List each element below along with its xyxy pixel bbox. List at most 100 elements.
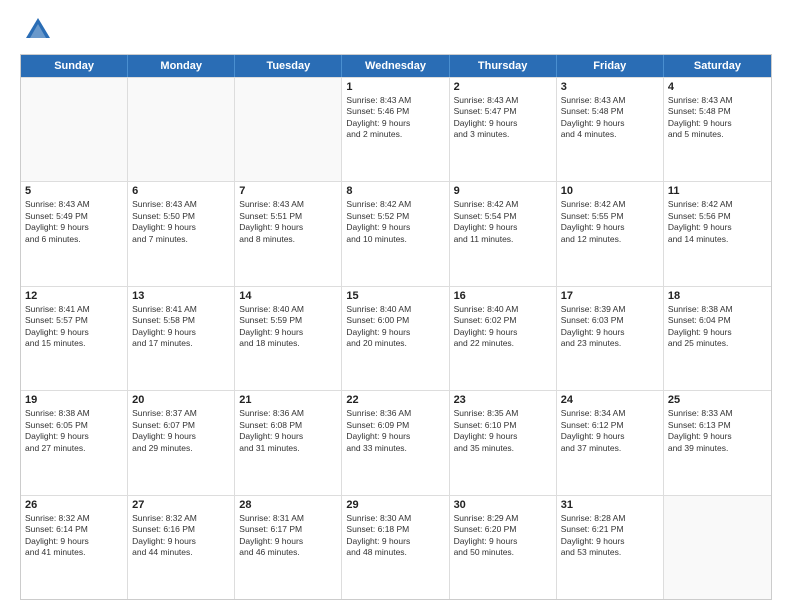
- cal-header-cell: Thursday: [450, 55, 557, 77]
- cell-info: Sunrise: 8:43 AM Sunset: 5:46 PM Dayligh…: [346, 95, 444, 141]
- cell-info: Sunrise: 8:41 AM Sunset: 5:57 PM Dayligh…: [25, 304, 123, 350]
- cell-info: Sunrise: 8:40 AM Sunset: 5:59 PM Dayligh…: [239, 304, 337, 350]
- day-number: 14: [239, 290, 337, 302]
- day-number: 11: [668, 185, 767, 197]
- cal-cell: 13Sunrise: 8:41 AM Sunset: 5:58 PM Dayli…: [128, 287, 235, 390]
- cal-cell: 28 Sunrise: 8:31 AM Sunset: 6:17 PM Dayli…: [235, 496, 342, 599]
- cal-cell: 5Sunrise: 8:43 AM Sunset: 5:49 PM Daylig…: [21, 182, 128, 285]
- day-number: 17: [561, 290, 659, 302]
- cal-cell: 20Sunrise: 8:37 AM Sunset: 6:07 PM Dayli…: [128, 391, 235, 494]
- cal-header: SundayMondayTuesdayWednesdayThursdayFrid…: [21, 55, 771, 77]
- page: SundayMondayTuesdayWednesdayThursdayFrid…: [0, 0, 792, 612]
- day-number: 15: [346, 290, 444, 302]
- cal-cell: 30 Sunrise: 8:29 AM Sunset: 6:20 PM Dayli…: [450, 496, 557, 599]
- cal-cell: [235, 78, 342, 181]
- cal-cell: [21, 78, 128, 181]
- day-number: 18: [668, 290, 767, 302]
- cal-cell: 12Sunrise: 8:41 AM Sunset: 5:57 PM Dayli…: [21, 287, 128, 390]
- cal-cell: 22 Sunrise: 8:36 AM Sunset: 6:09 PM Dayli…: [342, 391, 449, 494]
- cal-row: 5Sunrise: 8:43 AM Sunset: 5:49 PM Daylig…: [21, 181, 771, 285]
- cal-row: 19Sunrise: 8:38 AM Sunset: 6:05 PM Dayli…: [21, 390, 771, 494]
- day-number: 28: [239, 499, 337, 511]
- cal-cell: 29 Sunrise: 8:30 AM Sunset: 6:18 PM Dayli…: [342, 496, 449, 599]
- cal-cell: [128, 78, 235, 181]
- header: [20, 16, 772, 44]
- day-number: 25: [668, 394, 767, 406]
- cell-info: Sunrise: 8:35 AM Sunset: 6:10 PM Dayligh…: [454, 408, 552, 454]
- cell-info: Sunrise: 8:37 AM Sunset: 6:07 PM Dayligh…: [132, 408, 230, 454]
- cal-cell: 16 Sunrise: 8:40 AM Sunset: 6:02 PM Dayli…: [450, 287, 557, 390]
- cal-cell: 2 Sunrise: 8:43 AM Sunset: 5:47 PM Daylig…: [450, 78, 557, 181]
- cal-cell: 6 Sunrise: 8:43 AM Sunset: 5:50 PM Daylig…: [128, 182, 235, 285]
- logo-icon: [24, 16, 52, 44]
- cal-cell: 19Sunrise: 8:38 AM Sunset: 6:05 PM Dayli…: [21, 391, 128, 494]
- cal-row: 1 Sunrise: 8:43 AM Sunset: 5:46 PM Daylig…: [21, 77, 771, 181]
- day-number: 10: [561, 185, 659, 197]
- cal-cell: 9Sunrise: 8:42 AM Sunset: 5:54 PM Daylig…: [450, 182, 557, 285]
- cell-info: Sunrise: 8:36 AM Sunset: 6:09 PM Dayligh…: [346, 408, 444, 454]
- cell-info: Sunrise: 8:38 AM Sunset: 6:05 PM Dayligh…: [25, 408, 123, 454]
- cell-info: Sunrise: 8:43 AM Sunset: 5:48 PM Dayligh…: [668, 95, 767, 141]
- cell-info: Sunrise: 8:42 AM Sunset: 5:55 PM Dayligh…: [561, 199, 659, 245]
- cal-cell: 27Sunrise: 8:32 AM Sunset: 6:16 PM Dayli…: [128, 496, 235, 599]
- cell-info: Sunrise: 8:32 AM Sunset: 6:14 PM Dayligh…: [25, 513, 123, 559]
- cell-info: Sunrise: 8:40 AM Sunset: 6:02 PM Dayligh…: [454, 304, 552, 350]
- cal-cell: 14 Sunrise: 8:40 AM Sunset: 5:59 PM Dayli…: [235, 287, 342, 390]
- cal-header-cell: Friday: [557, 55, 664, 77]
- day-number: 7: [239, 185, 337, 197]
- cal-cell: 24 Sunrise: 8:34 AM Sunset: 6:12 PM Dayli…: [557, 391, 664, 494]
- day-number: 27: [132, 499, 230, 511]
- cell-info: Sunrise: 8:43 AM Sunset: 5:47 PM Dayligh…: [454, 95, 552, 141]
- cal-cell: 26 Sunrise: 8:32 AM Sunset: 6:14 PM Dayli…: [21, 496, 128, 599]
- cell-info: Sunrise: 8:43 AM Sunset: 5:50 PM Dayligh…: [132, 199, 230, 245]
- cell-info: Sunrise: 8:30 AM Sunset: 6:18 PM Dayligh…: [346, 513, 444, 559]
- day-number: 22: [346, 394, 444, 406]
- cal-header-cell: Monday: [128, 55, 235, 77]
- cal-cell: 23 Sunrise: 8:35 AM Sunset: 6:10 PM Dayli…: [450, 391, 557, 494]
- cell-info: Sunrise: 8:31 AM Sunset: 6:17 PM Dayligh…: [239, 513, 337, 559]
- cal-cell: 4 Sunrise: 8:43 AM Sunset: 5:48 PM Daylig…: [664, 78, 771, 181]
- cal-cell: [664, 496, 771, 599]
- cal-cell: 7 Sunrise: 8:43 AM Sunset: 5:51 PM Daylig…: [235, 182, 342, 285]
- cal-cell: 31 Sunrise: 8:28 AM Sunset: 6:21 PM Dayli…: [557, 496, 664, 599]
- cal-header-cell: Tuesday: [235, 55, 342, 77]
- logo: [20, 16, 52, 44]
- day-number: 5: [25, 185, 123, 197]
- cell-info: Sunrise: 8:36 AM Sunset: 6:08 PM Dayligh…: [239, 408, 337, 454]
- cell-info: Sunrise: 8:40 AM Sunset: 6:00 PM Dayligh…: [346, 304, 444, 350]
- day-number: 31: [561, 499, 659, 511]
- cell-info: Sunrise: 8:34 AM Sunset: 6:12 PM Dayligh…: [561, 408, 659, 454]
- cal-cell: 18 Sunrise: 8:38 AM Sunset: 6:04 PM Dayli…: [664, 287, 771, 390]
- day-number: 29: [346, 499, 444, 511]
- day-number: 2: [454, 81, 552, 93]
- cal-header-cell: Saturday: [664, 55, 771, 77]
- day-number: 21: [239, 394, 337, 406]
- cell-info: Sunrise: 8:28 AM Sunset: 6:21 PM Dayligh…: [561, 513, 659, 559]
- cell-info: Sunrise: 8:38 AM Sunset: 6:04 PM Dayligh…: [668, 304, 767, 350]
- day-number: 24: [561, 394, 659, 406]
- cal-cell: 11Sunrise: 8:42 AM Sunset: 5:56 PM Dayli…: [664, 182, 771, 285]
- calendar: SundayMondayTuesdayWednesdayThursdayFrid…: [20, 54, 772, 600]
- day-number: 26: [25, 499, 123, 511]
- day-number: 8: [346, 185, 444, 197]
- cal-body: 1 Sunrise: 8:43 AM Sunset: 5:46 PM Daylig…: [21, 77, 771, 599]
- day-number: 23: [454, 394, 552, 406]
- cal-cell: 25 Sunrise: 8:33 AM Sunset: 6:13 PM Dayli…: [664, 391, 771, 494]
- day-number: 1: [346, 81, 444, 93]
- day-number: 4: [668, 81, 767, 93]
- cal-row: 12Sunrise: 8:41 AM Sunset: 5:57 PM Dayli…: [21, 286, 771, 390]
- day-number: 3: [561, 81, 659, 93]
- cell-info: Sunrise: 8:33 AM Sunset: 6:13 PM Dayligh…: [668, 408, 767, 454]
- cell-info: Sunrise: 8:43 AM Sunset: 5:48 PM Dayligh…: [561, 95, 659, 141]
- cal-cell: 15 Sunrise: 8:40 AM Sunset: 6:00 PM Dayli…: [342, 287, 449, 390]
- cal-row: 26 Sunrise: 8:32 AM Sunset: 6:14 PM Dayli…: [21, 495, 771, 599]
- day-number: 16: [454, 290, 552, 302]
- day-number: 6: [132, 185, 230, 197]
- cal-cell: 3 Sunrise: 8:43 AM Sunset: 5:48 PM Daylig…: [557, 78, 664, 181]
- cell-info: Sunrise: 8:29 AM Sunset: 6:20 PM Dayligh…: [454, 513, 552, 559]
- cal-cell: 1 Sunrise: 8:43 AM Sunset: 5:46 PM Daylig…: [342, 78, 449, 181]
- cell-info: Sunrise: 8:43 AM Sunset: 5:51 PM Dayligh…: [239, 199, 337, 245]
- day-number: 30: [454, 499, 552, 511]
- cell-info: Sunrise: 8:42 AM Sunset: 5:52 PM Dayligh…: [346, 199, 444, 245]
- cal-cell: 10 Sunrise: 8:42 AM Sunset: 5:55 PM Dayli…: [557, 182, 664, 285]
